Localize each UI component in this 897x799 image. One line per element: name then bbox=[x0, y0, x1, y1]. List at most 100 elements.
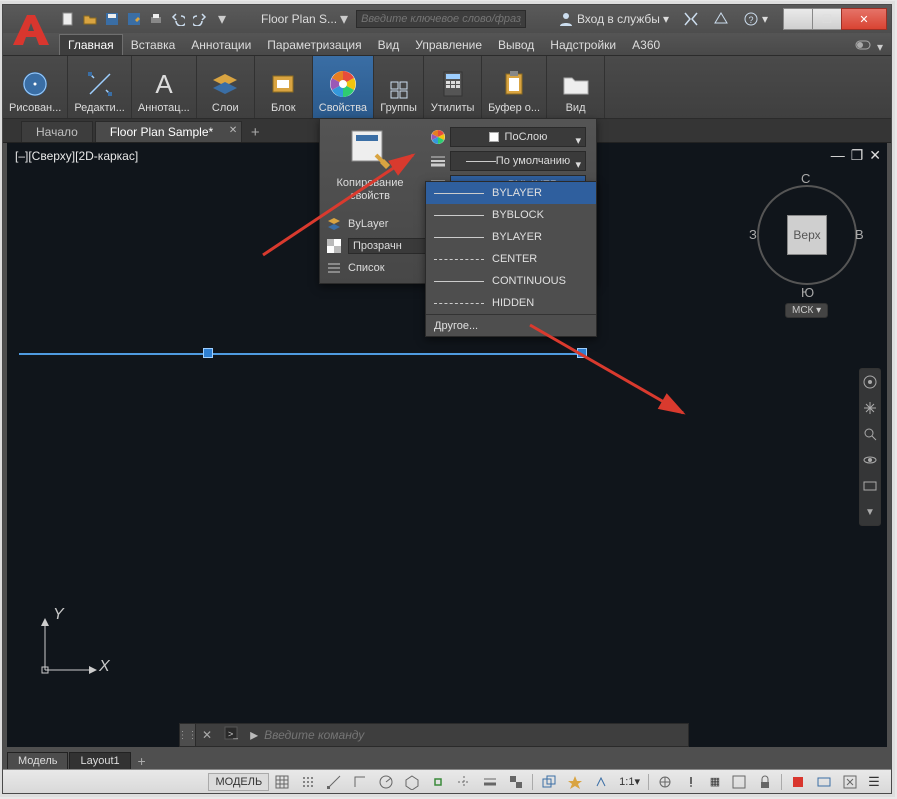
snap-toggle-icon[interactable] bbox=[296, 772, 320, 792]
new-file-tab-button[interactable]: + bbox=[244, 122, 266, 142]
ribbon-panel-clipboard[interactable]: Буфер о... bbox=[482, 56, 547, 118]
linetype-item[interactable]: CONTINUOUS bbox=[426, 270, 596, 292]
lock-ui-icon[interactable] bbox=[753, 772, 777, 792]
ribbon-panel-view[interactable]: Вид bbox=[547, 56, 605, 118]
quick-properties-icon[interactable] bbox=[727, 772, 751, 792]
menu-tab-insert[interactable]: Вставка bbox=[123, 35, 184, 55]
ribbon-panel-utilities[interactable]: Утилиты bbox=[424, 56, 482, 118]
selected-line-object[interactable] bbox=[19, 353, 587, 355]
viewport-minimize-icon[interactable]: — bbox=[831, 147, 845, 164]
command-input[interactable] bbox=[264, 728, 688, 742]
ribbon-panel-annotation[interactable]: A Аннотац... bbox=[132, 56, 197, 118]
osnap-toggle-icon[interactable] bbox=[426, 772, 450, 792]
menu-tab-home[interactable]: Главная bbox=[59, 34, 123, 55]
clean-screen-icon[interactable] bbox=[838, 772, 862, 792]
ribbon-panel-layers[interactable]: Слои bbox=[197, 56, 255, 118]
cmdline-prompt-icon[interactable]: >_ bbox=[218, 726, 244, 745]
linetype-other-item[interactable]: Другое... bbox=[426, 314, 596, 336]
hardware-accel-icon[interactable] bbox=[812, 772, 836, 792]
cmdline-arrow-icon[interactable]: ▸ bbox=[244, 725, 264, 745]
steering-wheel-icon[interactable] bbox=[861, 373, 879, 391]
ribbon-panel-modify[interactable]: Редакти... bbox=[68, 56, 132, 118]
menu-tab-output[interactable]: Вывод bbox=[490, 35, 542, 55]
compass-n[interactable]: С bbox=[801, 171, 810, 186]
annotation-monitor-icon[interactable] bbox=[679, 772, 703, 792]
grid-toggle-icon[interactable] bbox=[270, 772, 294, 792]
linetype-item[interactable]: BYLAYER bbox=[426, 226, 596, 248]
title-dropdown-icon[interactable]: ▾ bbox=[340, 9, 348, 29]
ribbon-panel-draw[interactable]: Рисован... bbox=[3, 56, 68, 118]
grip-handle[interactable] bbox=[577, 348, 587, 358]
add-layout-button[interactable]: + bbox=[132, 753, 152, 769]
linetype-item[interactable]: BYBLOCK bbox=[426, 204, 596, 226]
compass-w[interactable]: З bbox=[749, 227, 757, 242]
window-close-button[interactable]: ✕ bbox=[841, 8, 887, 30]
navbar-expand-icon[interactable]: ▼ bbox=[861, 503, 879, 521]
qat-new-icon[interactable] bbox=[59, 10, 77, 28]
isoplane-icon[interactable] bbox=[400, 772, 424, 792]
exchange-icon[interactable] bbox=[679, 11, 703, 27]
menu-tab-annotate[interactable]: Аннотации bbox=[183, 35, 259, 55]
grip-handle[interactable] bbox=[203, 348, 213, 358]
color-wheel-small-icon[interactable] bbox=[430, 129, 446, 145]
linetype-item[interactable]: BYLAYER bbox=[426, 182, 596, 204]
command-line[interactable]: ⋮⋮ ✕ >_ ▸ bbox=[179, 723, 689, 747]
qat-print-icon[interactable] bbox=[147, 10, 165, 28]
ribbon-panel-groups[interactable]: Группы bbox=[374, 56, 424, 118]
polar-toggle-icon[interactable] bbox=[374, 772, 398, 792]
lineweight-toggle-icon[interactable] bbox=[478, 772, 502, 792]
selection-cycling-icon[interactable] bbox=[537, 772, 561, 792]
pan-icon[interactable] bbox=[861, 399, 879, 417]
qat-redo-icon[interactable] bbox=[191, 10, 209, 28]
viewport-close-icon[interactable]: ✕ bbox=[869, 147, 881, 164]
show-motion-icon[interactable] bbox=[861, 477, 879, 495]
close-tab-icon[interactable]: ✕ bbox=[229, 125, 237, 136]
signin-button[interactable]: Вход в службы▾ bbox=[554, 11, 673, 27]
window-maximize-button[interactable]: ❐ bbox=[812, 8, 842, 30]
transparency-toggle-icon[interactable] bbox=[504, 772, 528, 792]
cycle-icon[interactable] bbox=[855, 39, 871, 55]
autodesk-icon[interactable] bbox=[709, 11, 733, 27]
otrack-toggle-icon[interactable] bbox=[452, 772, 476, 792]
qat-save-icon[interactable] bbox=[103, 10, 121, 28]
viewport-label[interactable]: [–][Сверху][2D-каркас] bbox=[15, 149, 138, 163]
linetype-item[interactable]: HIDDEN bbox=[426, 292, 596, 314]
wcs-button[interactable]: МСК ▾ bbox=[785, 303, 828, 318]
layout-tab-layout1[interactable]: Layout1 bbox=[69, 752, 130, 769]
drag-handle-icon[interactable]: ⋮⋮ bbox=[180, 724, 196, 746]
workspace-switching-icon[interactable] bbox=[653, 772, 677, 792]
menu-tab-manage[interactable]: Управление bbox=[407, 35, 490, 55]
units-icon[interactable]: ▦ bbox=[705, 772, 725, 792]
isolate-objects-icon[interactable] bbox=[786, 772, 810, 792]
annotation-visibility-icon[interactable] bbox=[563, 772, 587, 792]
modelspace-button[interactable]: МОДЕЛЬ bbox=[208, 773, 269, 791]
ortho-toggle-icon[interactable] bbox=[348, 772, 372, 792]
compass-s[interactable]: Ю bbox=[801, 285, 814, 300]
linetype-item[interactable]: CENTER bbox=[426, 248, 596, 270]
viewport-maximize-icon[interactable]: ❐ bbox=[851, 147, 864, 164]
qat-saveas-icon[interactable] bbox=[125, 10, 143, 28]
window-minimize-button[interactable]: — bbox=[783, 8, 813, 30]
qat-open-icon[interactable] bbox=[81, 10, 99, 28]
lineweight-small-icon[interactable] bbox=[430, 153, 446, 169]
cmdline-close-icon[interactable]: ✕ bbox=[196, 728, 218, 742]
viewcube-top-face[interactable]: Верх bbox=[787, 215, 827, 255]
app-logo-icon[interactable] bbox=[9, 9, 53, 53]
customization-icon[interactable]: ☰ bbox=[864, 772, 884, 792]
lineweight-combo[interactable]: По умолчанию▾ bbox=[450, 151, 586, 171]
infer-constraints-icon[interactable] bbox=[322, 772, 346, 792]
color-combo[interactable]: ПоСлою▾ bbox=[450, 127, 586, 147]
menu-collapse-icon[interactable]: ▾ bbox=[877, 40, 883, 54]
layout-tab-model[interactable]: Модель bbox=[7, 752, 68, 769]
compass-e[interactable]: В bbox=[855, 227, 864, 242]
file-tab-drawing[interactable]: Floor Plan Sample*✕ bbox=[95, 121, 242, 142]
view-cube[interactable]: Верх С В Ю З МСК ▾ bbox=[747, 173, 867, 323]
file-tab-start[interactable]: Начало bbox=[21, 121, 93, 142]
menu-tab-view[interactable]: Вид bbox=[370, 35, 408, 55]
orbit-icon[interactable] bbox=[861, 451, 879, 469]
qat-dropdown-icon[interactable]: ▾ bbox=[213, 10, 231, 28]
qat-undo-icon[interactable] bbox=[169, 10, 187, 28]
menu-tab-parametric[interactable]: Параметризация bbox=[259, 35, 369, 55]
ribbon-panel-properties[interactable]: Свойства bbox=[313, 56, 374, 118]
zoom-extents-icon[interactable] bbox=[861, 425, 879, 443]
